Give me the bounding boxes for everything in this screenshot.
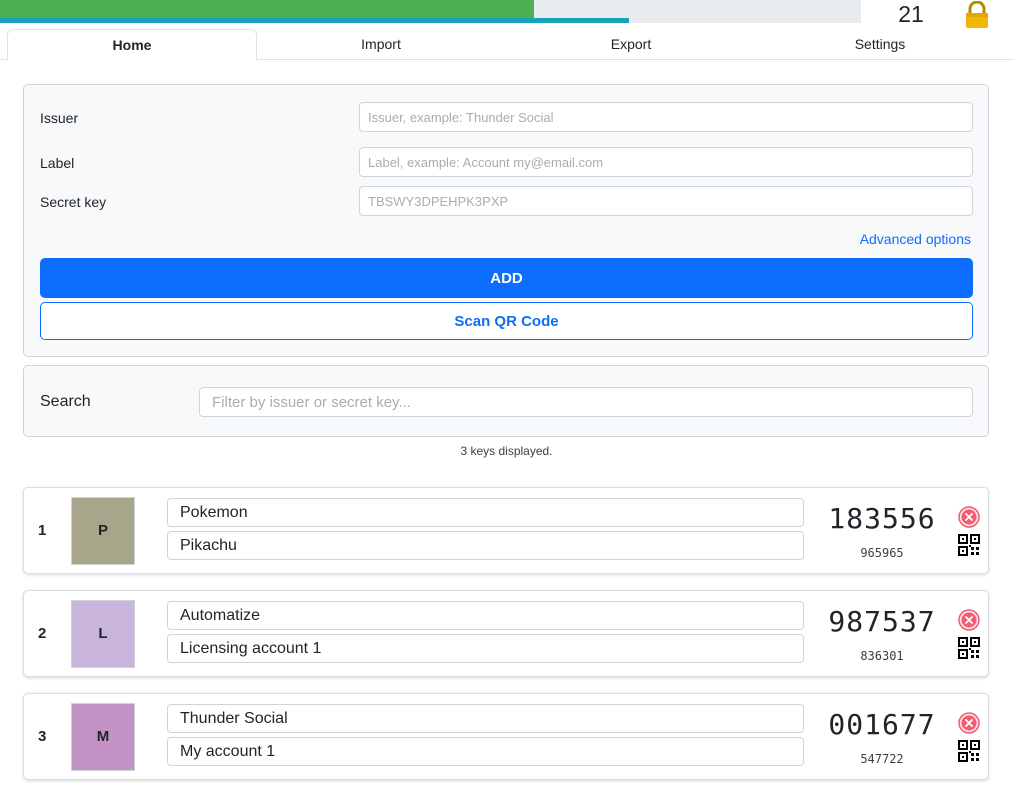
key-label-input[interactable] xyxy=(167,634,804,663)
qr-code-icon[interactable] xyxy=(957,739,981,763)
add-key-form: Issuer Label Secret key Advanced options… xyxy=(23,84,989,357)
otp-code[interactable]: 987537 xyxy=(824,605,940,638)
search-input[interactable] xyxy=(199,387,973,417)
key-avatar: P xyxy=(71,497,135,565)
keys-count: 3 keys displayed. xyxy=(460,444,553,458)
next-otp-code: 965965 xyxy=(860,546,904,560)
key-card: 3 M 001677 547722 xyxy=(23,693,989,780)
otp-code[interactable]: 183556 xyxy=(824,502,940,535)
delete-key-icon[interactable] xyxy=(958,609,980,631)
issuer-input[interactable] xyxy=(359,102,973,132)
delete-key-icon[interactable] xyxy=(958,712,980,734)
lock-icon[interactable] xyxy=(962,0,992,29)
key-card: 2 L 987537 836301 xyxy=(23,590,989,677)
search-panel: Search xyxy=(23,365,989,437)
otp-code[interactable]: 001677 xyxy=(824,708,940,741)
key-issuer-input[interactable] xyxy=(167,498,804,527)
key-index: 1 xyxy=(38,522,47,539)
tab-import[interactable]: Import xyxy=(256,29,506,60)
timer-countdown: 21 xyxy=(898,1,924,27)
tab-settings[interactable]: Settings xyxy=(755,29,1005,60)
key-issuer-input[interactable] xyxy=(167,704,804,733)
key-card: 1 P 183556 965965 xyxy=(23,487,989,574)
advanced-options-link[interactable]: Advanced options xyxy=(860,231,971,247)
key-label-input[interactable] xyxy=(167,737,804,766)
label-label: Label xyxy=(40,155,75,171)
qr-code-icon[interactable] xyxy=(957,533,981,557)
key-issuer-input[interactable] xyxy=(167,601,804,630)
key-index: 2 xyxy=(38,625,47,642)
next-otp-code: 547722 xyxy=(860,752,904,766)
key-avatar: M xyxy=(71,703,135,771)
secret-key-input[interactable] xyxy=(359,186,973,216)
key-index: 3 xyxy=(38,728,47,745)
timer-progress-bar xyxy=(0,0,534,18)
issuer-label: Issuer xyxy=(40,110,79,126)
main-tabs: Home Import Export Settings xyxy=(0,29,1013,61)
timer-progress-track xyxy=(0,0,861,23)
timer-secondary-bar xyxy=(0,18,629,23)
add-button[interactable]: ADD xyxy=(40,258,973,298)
search-label: Search xyxy=(40,393,91,410)
tab-home[interactable]: Home xyxy=(7,29,257,61)
tab-export[interactable]: Export xyxy=(506,29,756,60)
scan-qr-button[interactable]: Scan QR Code xyxy=(40,302,973,340)
label-input[interactable] xyxy=(359,147,973,177)
secret-key-label: Secret key xyxy=(40,194,107,210)
qr-code-icon[interactable] xyxy=(957,636,981,660)
delete-key-icon[interactable] xyxy=(958,506,980,528)
key-label-input[interactable] xyxy=(167,531,804,560)
key-avatar: L xyxy=(71,600,135,668)
next-otp-code: 836301 xyxy=(860,649,904,663)
